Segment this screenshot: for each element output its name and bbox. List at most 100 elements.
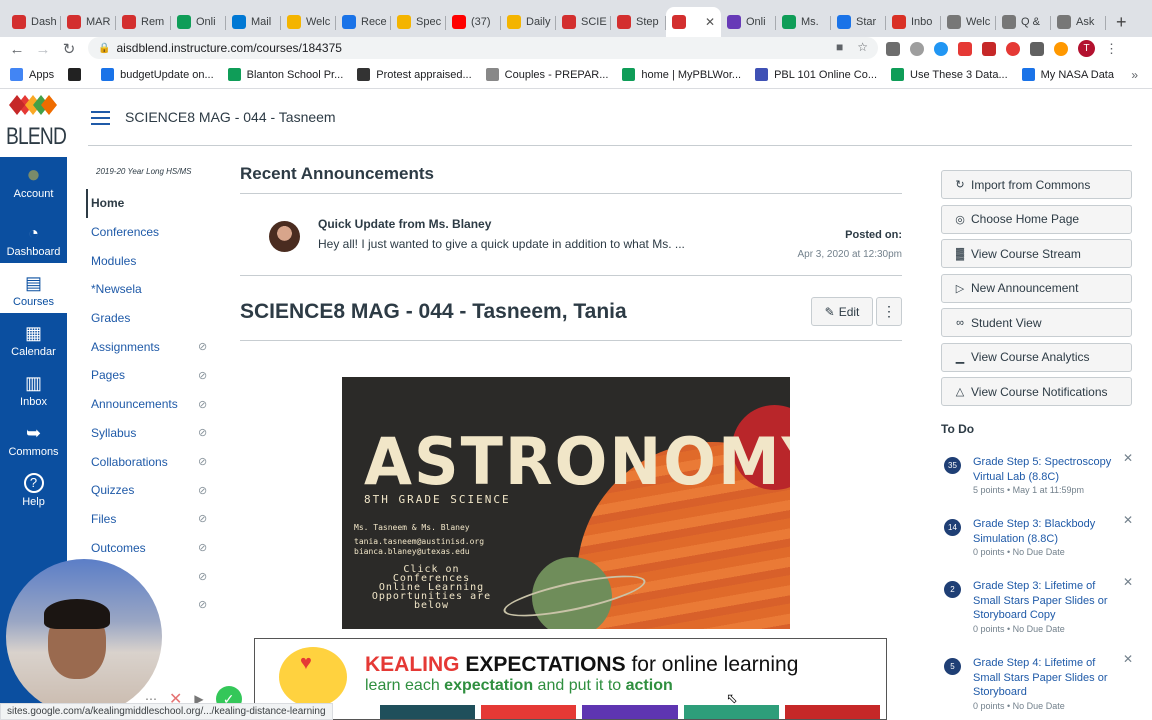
browser-tab[interactable]: Rece — [336, 7, 391, 37]
todo-title-link[interactable]: Grade Step 3: Blackbody Simulation (8.8C… — [973, 517, 1113, 546]
course-nav-item[interactable]: Conferences — [86, 218, 212, 247]
extension-icon[interactable] — [910, 41, 924, 56]
global-nav-courses[interactable]: ▤ Courses — [0, 263, 67, 313]
forward-icon[interactable]: → — [30, 41, 56, 58]
browser-tab[interactable]: (37) — [446, 7, 501, 37]
breadcrumb[interactable]: SCIENCE8 MAG - 044 - Tasneem — [125, 109, 336, 125]
menu-dots-icon[interactable]: ⋮ — [1105, 41, 1118, 56]
browser-tab[interactable]: Step — [611, 7, 666, 37]
global-nav-account[interactable]: ● Account — [0, 157, 67, 213]
announcement-title[interactable]: Quick Update from Ms. Blaney — [318, 217, 491, 231]
sidebar-button[interactable]: ↻ Import from Commons — [941, 170, 1132, 199]
global-nav-commons[interactable]: ➥ Commons — [0, 413, 67, 463]
dismiss-icon[interactable]: ✕ — [1123, 652, 1133, 666]
browser-tab[interactable]: Q & — [996, 7, 1051, 37]
course-nav-item[interactable]: Assignments ⊘ — [86, 332, 212, 361]
course-nav-item[interactable]: Syllabus ⊘ — [86, 419, 212, 448]
course-nav-item[interactable]: Quizzes ⊘ — [86, 476, 212, 505]
bookmark-item[interactable] — [68, 68, 87, 81]
course-nav-item[interactable]: *Newsela — [86, 275, 212, 304]
browser-tab[interactable]: Welc — [281, 7, 336, 37]
back-icon[interactable]: ← — [4, 41, 30, 58]
extension-icon[interactable] — [982, 41, 996, 56]
global-nav-inbox[interactable]: ▥ Inbox — [0, 363, 67, 413]
address-bar[interactable]: 🔒 aisdblend.instructure.com/courses/1843… — [88, 37, 878, 59]
dismiss-icon[interactable]: ✕ — [1123, 575, 1133, 589]
global-nav-calendar[interactable]: ▦ Calendar — [0, 313, 67, 363]
sidebar-button[interactable]: ◎ Choose Home Page — [941, 204, 1132, 234]
menu-toggle-icon[interactable] — [91, 111, 110, 125]
kealing-expectations-banner[interactable]: ♥ KEALING EXPECTATIONS for online learni… — [254, 638, 887, 720]
global-nav-dashboard[interactable]: ◔ Dashboard — [0, 213, 67, 263]
course-nav-item[interactable]: Collaborations ⊘ — [86, 447, 212, 476]
extension-icon[interactable] — [958, 41, 972, 56]
close-tab-icon[interactable]: ✕ — [705, 15, 715, 29]
bookmark-item[interactable]: Blanton School Pr... — [227, 68, 343, 81]
tab-favicon-icon — [122, 15, 136, 29]
todo-detail: 0 points • No Due Date — [973, 701, 1065, 711]
global-nav-help[interactable]: ? Help — [0, 463, 67, 513]
sidebar-button[interactable]: ▷ New Announcement — [941, 273, 1132, 303]
bookmark-item[interactable]: Protest appraised... — [357, 68, 472, 81]
sidebar-button[interactable]: ▁ View Course Analytics — [941, 342, 1132, 372]
browser-tab[interactable]: Onli — [721, 7, 776, 37]
divider — [240, 340, 902, 341]
course-nav-item[interactable]: Pages ⊘ — [86, 361, 212, 390]
course-nav-item[interactable]: Outcomes ⊘ — [86, 533, 212, 562]
hidden-eye-icon: ⊘ — [198, 599, 208, 612]
sidebar-button[interactable]: ∞ Student View — [941, 308, 1132, 337]
course-nav-item[interactable]: Home — [86, 189, 212, 218]
bookmark-item[interactable]: Couples - PREPAR... — [485, 68, 608, 81]
reload-icon[interactable]: ↻ — [56, 40, 82, 58]
browser-tab[interactable]: Inbo — [886, 7, 941, 37]
more-options-button[interactable]: ⋮ — [876, 297, 902, 326]
browser-tab[interactable]: Ms. — [776, 7, 831, 37]
edit-button[interactable]: ✎ Edit — [811, 297, 873, 326]
browser-tab[interactable]: Spec — [391, 7, 446, 37]
browser-tab[interactable]: SCIE — [556, 7, 611, 37]
browser-tab[interactable]: Welc — [941, 7, 996, 37]
dismiss-icon[interactable]: ✕ — [1123, 451, 1133, 465]
target-icon: ◎ — [955, 213, 965, 226]
course-nav-item[interactable]: Grades — [86, 304, 212, 333]
browser-tab[interactable]: MAR — [61, 7, 116, 37]
browser-tab[interactable]: Daily — [501, 7, 556, 37]
todo-title-link[interactable]: Grade Step 3: Lifetime of Small Stars Pa… — [973, 579, 1113, 623]
course-nav-item[interactable]: Modules — [86, 246, 212, 275]
sidebar-button[interactable]: ▓ View Course Stream — [941, 239, 1132, 268]
extension-icon[interactable] — [1054, 41, 1068, 56]
course-nav-item[interactable]: Files ⊘ — [86, 505, 212, 534]
browser-tab[interactable]: Rem — [116, 7, 171, 37]
todo-title-link[interactable]: Grade Step 4: Lifetime of Small Stars Pa… — [973, 656, 1113, 700]
bookmark-item[interactable]: Use These 3 Data... — [891, 68, 1008, 81]
browser-tab[interactable]: Star — [831, 7, 886, 37]
extension-icon[interactable] — [1006, 41, 1020, 56]
more-bookmarks-icon[interactable]: » — [1131, 68, 1138, 82]
extension-icon[interactable] — [886, 41, 900, 56]
bookmark-item[interactable]: home | MyPBLWor... — [622, 68, 741, 81]
extension-icon[interactable] — [934, 41, 948, 56]
dismiss-icon[interactable]: ✕ — [1123, 513, 1133, 527]
help-icon: ? — [23, 473, 44, 493]
browser-tab[interactable]: Onli — [171, 7, 226, 37]
browser-tab[interactable]: Dash — [6, 7, 61, 37]
profile-avatar[interactable]: T — [1078, 40, 1095, 57]
sidebar-button[interactable]: △ View Course Notifications — [941, 377, 1132, 406]
bookmark-star-icon[interactable]: ☆ — [857, 40, 868, 54]
bookmark-item[interactable]: My NASA Data — [1021, 68, 1114, 81]
teachers-line: Ms. Tasneem & Ms. Blaney — [354, 523, 470, 532]
browser-tab[interactable]: Mail — [226, 7, 281, 37]
bookmark-item[interactable]: budgetUpdate on... — [101, 68, 214, 81]
new-tab-icon[interactable]: + — [1116, 7, 1127, 37]
browser-tab[interactable]: ✕ — [666, 7, 721, 37]
browser-tab[interactable]: Ask — [1051, 7, 1106, 37]
todo-title-link[interactable]: Grade Step 5: Spectroscopy Virtual Lab (… — [973, 455, 1113, 484]
bookmark-item[interactable]: Apps — [10, 68, 54, 81]
extension-icon[interactable] — [1030, 41, 1044, 56]
divider — [240, 193, 902, 194]
course-nav-item[interactable]: Announcements ⊘ — [86, 390, 212, 419]
camera-icon[interactable]: ■ — [836, 40, 843, 54]
bookmark-item[interactable]: PBL 101 Online Co... — [755, 68, 877, 81]
todo-count-badge: 35 — [944, 457, 961, 474]
blend-logo[interactable]: BLEND — [0, 89, 67, 157]
